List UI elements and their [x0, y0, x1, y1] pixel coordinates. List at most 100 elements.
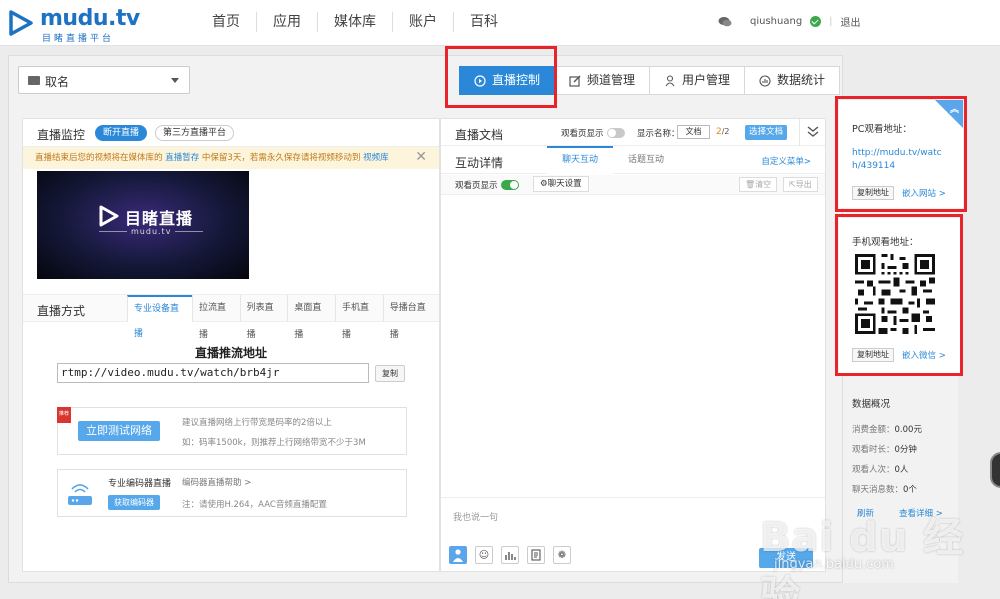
stats-title: 数据概况	[852, 399, 891, 410]
notice-text: 直播结束后您的视频将在媒体库的	[35, 153, 166, 163]
clear-button[interactable]: 🗑清空	[739, 177, 778, 192]
double-chevron-down-icon	[807, 126, 819, 137]
chat-viewer-show-toggle[interactable]	[501, 180, 519, 190]
nav-item-apps[interactable]: 应用	[257, 12, 318, 32]
notice-bar: 直播结束后您的视频将在媒体库的 直播暂存 中保留3天，若需永久保存请将视频移动到…	[23, 147, 439, 169]
tab-user-manage[interactable]: 用户管理	[649, 66, 746, 95]
nav-item-account[interactable]: 账户	[393, 12, 454, 32]
notice-link-library[interactable]: 视频库	[363, 153, 389, 163]
stop-live-button[interactable]: 断开直播	[95, 125, 148, 141]
third-party-button[interactable]: 第三方直播平台	[155, 125, 235, 141]
mode-title: 直播方式	[37, 304, 86, 318]
tab-desktop-live[interactable]: 桌面直播	[287, 295, 335, 340]
send-button[interactable]: 发送	[759, 548, 813, 568]
notice-icon[interactable]	[527, 546, 545, 564]
main-nav: 首页 应用 媒体库 账户 百科	[196, 12, 514, 32]
highlight-box-live-control	[445, 46, 557, 108]
stat-duration: 观看时长：0分钟	[852, 443, 917, 455]
notice-text-2: 中保留3天，若需永久保存请将视频移动到	[199, 153, 364, 163]
chat-tools: ☺ ❁	[449, 546, 571, 564]
divider: |	[829, 16, 833, 27]
chat-input-area[interactable]: 我也说一句 ☺ ❁ 发送	[441, 497, 825, 573]
floating-widget[interactable]	[990, 452, 1000, 488]
verified-icon	[810, 16, 822, 27]
logo[interactable]: mudu.tv 目睹直播平台	[8, 6, 148, 44]
doc-title: 直播文档	[455, 128, 504, 142]
chat-viewer-show-label: 观看页显示	[455, 181, 498, 191]
stat-viewers: 观看人次：0人	[852, 463, 908, 475]
tab-pull-stream[interactable]: 拉流直播	[192, 295, 240, 340]
avatar-icon[interactable]	[449, 546, 467, 564]
username[interactable]: qiushuang	[750, 16, 802, 27]
doc-header: 直播文档 观看页显示 显示名称： 文档 2/2 选择文档	[441, 119, 825, 146]
encoder-title: 专业编码器直播	[108, 479, 172, 489]
emoji-icon[interactable]: ☺	[475, 546, 493, 564]
doc-viewer-show-toggle[interactable]	[607, 128, 625, 138]
view-detail-link[interactable]: 查看详细 >	[899, 507, 943, 519]
tab-data-stats[interactable]: 数据统计	[744, 66, 841, 95]
tab-label: 数据统计	[777, 73, 826, 87]
live-mode-row: 直播方式 专业设备直播 拉流直播 列表直播 桌面直播 手机直播 导播台直播	[23, 294, 439, 340]
chart-icon	[759, 74, 771, 87]
logo-text: mudu.tv	[40, 6, 140, 31]
logo-play-icon	[9, 10, 33, 36]
trash-icon: 🗑	[745, 180, 756, 189]
export-label: 导出	[795, 180, 812, 189]
clear-label: 清空	[755, 180, 772, 189]
divider	[99, 231, 127, 232]
nav-item-media[interactable]: 媒体库	[318, 12, 393, 32]
encoder-box: 专业编码器直播 获取编码器 编码器直播帮助 > 注：请使用H.264，AAC音频…	[57, 469, 407, 517]
encoder-note: 注：请使用H.264，AAC音频直播配置	[182, 500, 327, 510]
chat-icon[interactable]	[718, 16, 732, 28]
folder-icon	[28, 76, 40, 85]
vote-icon[interactable]	[501, 546, 519, 564]
stat-value: 0.00元	[894, 425, 922, 435]
stats-overview: 数据概况 消费金额：0.00元 观看时长：0分钟 观看人次：0人 聊天消息数：0…	[839, 383, 963, 573]
tab-director-live[interactable]: 导播台直播	[382, 295, 439, 340]
close-icon[interactable]: ✕	[415, 149, 427, 165]
live-monitor-panel: 直播监控 断开直播 第三方直播平台 直播结束后您的视频将在媒体库的 直播暂存 中…	[22, 118, 440, 572]
copy-push-url-button[interactable]: 复制	[375, 365, 405, 382]
stat-value: 0个	[903, 485, 917, 495]
logout-link[interactable]: 退出	[841, 14, 861, 29]
gear-icon: ⚙	[540, 179, 548, 189]
export-button[interactable]: ⇱导出	[783, 177, 818, 192]
stat-label: 聊天消息数：	[852, 485, 904, 495]
chat-settings-button[interactable]: ⚙聊天设置	[533, 176, 589, 192]
highlight-box-mobile-watch	[835, 214, 963, 376]
divider	[175, 231, 203, 232]
video-preview[interactable]: 目睹直播 mudu.tv	[37, 171, 249, 279]
push-url-field[interactable]: rtmp://video.mudu.tv/watch/brb4jr	[57, 363, 369, 383]
nav-item-home[interactable]: 首页	[196, 12, 257, 32]
tab-channel-manage[interactable]: 频道管理	[554, 66, 651, 95]
channel-select[interactable]: 取名	[18, 66, 190, 94]
tab-topic[interactable]: 话题互动	[613, 146, 679, 174]
tab-list-live[interactable]: 列表直播	[239, 295, 288, 340]
logo-subtitle: 目睹直播平台	[42, 34, 115, 44]
play-icon	[99, 205, 119, 227]
nav-item-wiki[interactable]: 百科	[454, 12, 514, 32]
top-navbar: mudu.tv 目睹直播平台 首页 应用 媒体库 账户 百科 qiushuang…	[0, 0, 1000, 46]
choose-doc-button[interactable]: 选择文档	[745, 125, 787, 140]
display-name-label: 显示名称：	[637, 129, 680, 139]
chevron-down-icon	[171, 78, 179, 83]
export-icon: ⇱	[789, 180, 796, 189]
gift-icon[interactable]: ❁	[553, 546, 571, 564]
notice-link-temp[interactable]: 直播暂存	[165, 153, 199, 163]
tab-chat[interactable]: 聊天互动	[547, 146, 613, 174]
tab-pro-device[interactable]: 专业设备直播	[127, 295, 192, 339]
interact-title: 互动详情	[455, 156, 504, 170]
encoder-help-link[interactable]: 编码器直播帮助 >	[182, 476, 251, 488]
test-network-button[interactable]: 立即测试网络	[78, 421, 160, 441]
collapse-button[interactable]	[799, 119, 825, 146]
display-name-field[interactable]: 文档	[677, 125, 710, 139]
refresh-link[interactable]: 刷新	[857, 507, 874, 519]
push-url-title: 直播推流地址	[194, 346, 267, 360]
page-indicator: 2/2	[716, 127, 730, 137]
tab-mobile-live[interactable]: 手机直播	[335, 295, 383, 340]
get-encoder-button[interactable]: 获取编码器	[108, 495, 160, 510]
bar-chart-icon	[505, 552, 516, 560]
custom-menu-link[interactable]: 自定义菜单>	[761, 155, 811, 167]
interact-header: 互动详情 聊天互动 话题互动 自定义菜单>	[441, 146, 825, 174]
user-icon	[665, 74, 675, 86]
